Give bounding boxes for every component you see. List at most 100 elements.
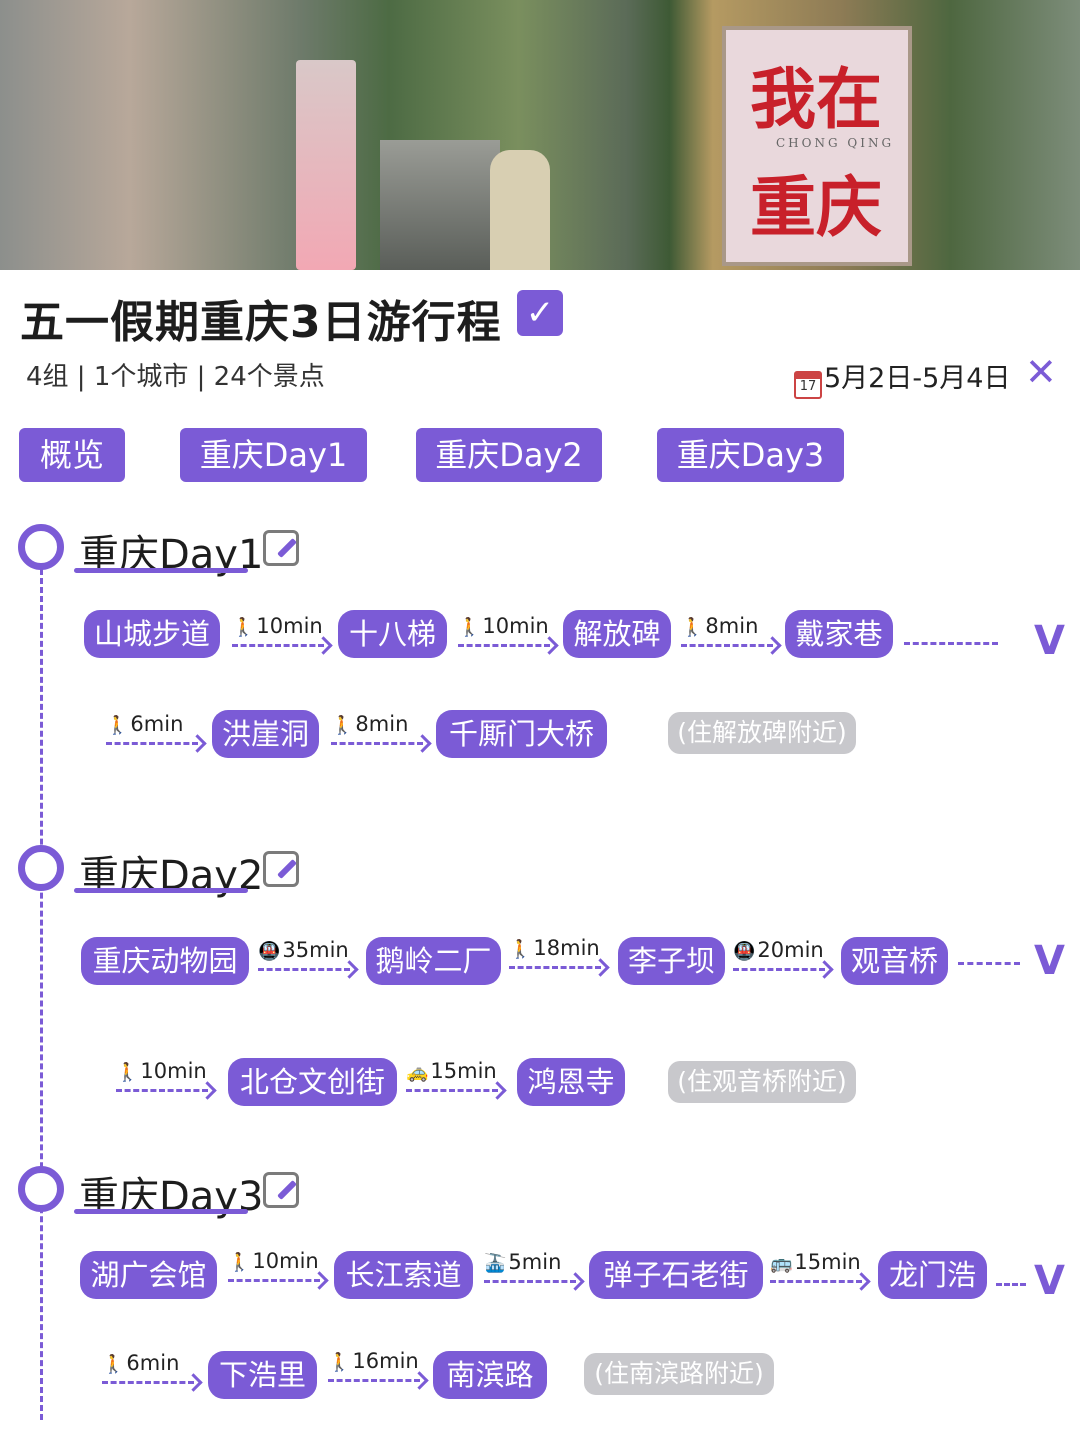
leg-time: 20min [757,938,824,962]
transit-leg: 🚶8min [331,712,431,758]
arrow-icon [106,742,198,745]
walking-person-icon: 🚶 [328,1352,351,1373]
spot-chip[interactable]: 北仓文创街 [228,1058,397,1106]
leg-time: 10min [140,1059,207,1083]
tab-overview[interactable]: 概览 [19,428,125,482]
arrow-icon [733,968,825,971]
leg-time: 18min [533,936,600,960]
timeline-node [18,845,64,891]
arrow-icon [458,644,550,647]
leg-time: 10min [482,614,549,638]
timeline-line [40,560,43,1420]
leg-time: 35min [282,938,349,962]
arrow-icon [116,1089,208,1092]
continuation-line [904,642,998,645]
transit-leg: 🚶6min [102,1351,202,1397]
transit-leg: 🚶18min [509,936,609,982]
transit-leg: 🚕15min [406,1059,506,1105]
edit-icon[interactable] [263,530,299,566]
spot-chip[interactable]: 龙门浩 [878,1251,987,1299]
transit-leg: 🚶10min [116,1059,216,1105]
walking-person-icon: 🚶 [681,617,704,638]
day-title-underline [74,568,248,573]
billboard-line1: 我在 [750,60,882,138]
tab-day3[interactable]: 重庆Day3 [657,428,844,482]
spot-chip[interactable]: 山城步道 [84,610,220,658]
cable-car-icon: 🚠 [484,1253,507,1274]
spot-chip[interactable]: 下浩里 [208,1351,317,1399]
wrap-marker: V [1034,618,1065,664]
wrap-marker: V [1034,938,1065,984]
timeline-node [18,1166,64,1212]
calendar-icon: 17 [794,371,822,399]
stay-badge: (住解放碑附近) [668,712,856,754]
spot-chip[interactable]: 弹子石老街 [589,1251,763,1299]
arrow-icon [102,1381,194,1384]
date-range: 17 5月2日-5月4日 [794,356,1010,399]
metro-icon: 🚇 [258,941,281,962]
arrow-icon [770,1280,862,1283]
transit-leg: 🚶10min [232,614,332,660]
arrow-icon [406,1089,498,1092]
transit-leg: 🚶16min [328,1349,428,1395]
arrow-icon [681,644,773,647]
trip-summary: 4组 | 1个城市 | 24个景点 [26,362,325,392]
edit-icon[interactable] [263,1172,299,1208]
arrow-icon [328,1379,420,1382]
arrow-icon [331,742,423,745]
spot-chip[interactable]: 观音桥 [841,937,948,985]
wrap-marker: V [1034,1258,1065,1304]
pink-screen [296,60,356,270]
transit-leg: 🚶10min [458,614,558,660]
spot-chip[interactable]: 鸿恩寺 [517,1058,625,1106]
tab-day2[interactable]: 重庆Day2 [416,428,602,482]
taxi-icon: 🚕 [406,1062,429,1083]
spot-chip[interactable]: 湖广会馆 [80,1251,217,1299]
spot-chip[interactable]: 李子坝 [618,937,725,985]
spot-chip[interactable]: 鹅岭二厂 [366,937,501,985]
leg-time: 5min [508,1250,562,1274]
bus-icon: 🚌 [770,1253,793,1274]
walking-person-icon: 🚶 [228,1252,251,1273]
billboard-sub: CHONG QING [776,136,895,150]
spot-chip[interactable]: 长江索道 [334,1251,473,1299]
arrow-icon [258,968,350,971]
date-range-text: 5月2日-5月4日 [824,363,1011,394]
transit-leg: 🚇35min [258,938,358,984]
clock-tower [490,150,550,270]
arrow-icon [484,1280,576,1283]
page-title: 五一假期重庆3日游行程 [20,297,502,348]
edit-icon[interactable] [263,851,299,887]
day-title-underline [74,888,248,893]
leg-time: 15min [430,1059,497,1083]
spot-chip[interactable]: 千厮门大桥 [436,710,607,758]
arrow-icon [228,1279,320,1282]
tab-day1[interactable]: 重庆Day1 [180,428,367,482]
header-photo: 我在 CHONG QING 重庆 [0,0,1080,270]
check-icon: ✓ [517,290,563,336]
transit-leg: 🚶6min [106,712,206,758]
spot-chip[interactable]: 十八梯 [338,610,447,658]
continuation-line [996,1283,1026,1286]
walking-person-icon: 🚶 [102,1354,125,1375]
billboard-line2: 重庆 [750,168,882,246]
spot-chip[interactable]: 解放碑 [563,610,671,658]
leg-time: 10min [252,1249,319,1273]
leg-time: 10min [256,614,323,638]
spot-chip[interactable]: 南滨路 [433,1351,547,1399]
spot-chip[interactable]: 戴家巷 [785,610,893,658]
spot-chip[interactable]: 重庆动物园 [81,937,249,985]
close-icon[interactable]: ✕ [1025,352,1057,392]
arrow-icon [232,644,324,647]
transit-leg: 🚶8min [681,614,781,660]
leg-time: 15min [794,1250,861,1274]
metro-icon: 🚇 [733,941,756,962]
transit-leg: 🚶10min [228,1249,328,1295]
spot-chip[interactable]: 洪崖洞 [212,710,319,758]
street-scene [380,140,500,270]
transit-leg: 🚠5min [484,1250,584,1296]
transit-leg: 🚌15min [770,1250,870,1296]
leg-time: 8min [355,712,409,736]
billboard: 我在 CHONG QING 重庆 [722,26,912,266]
continuation-line [958,962,1020,965]
